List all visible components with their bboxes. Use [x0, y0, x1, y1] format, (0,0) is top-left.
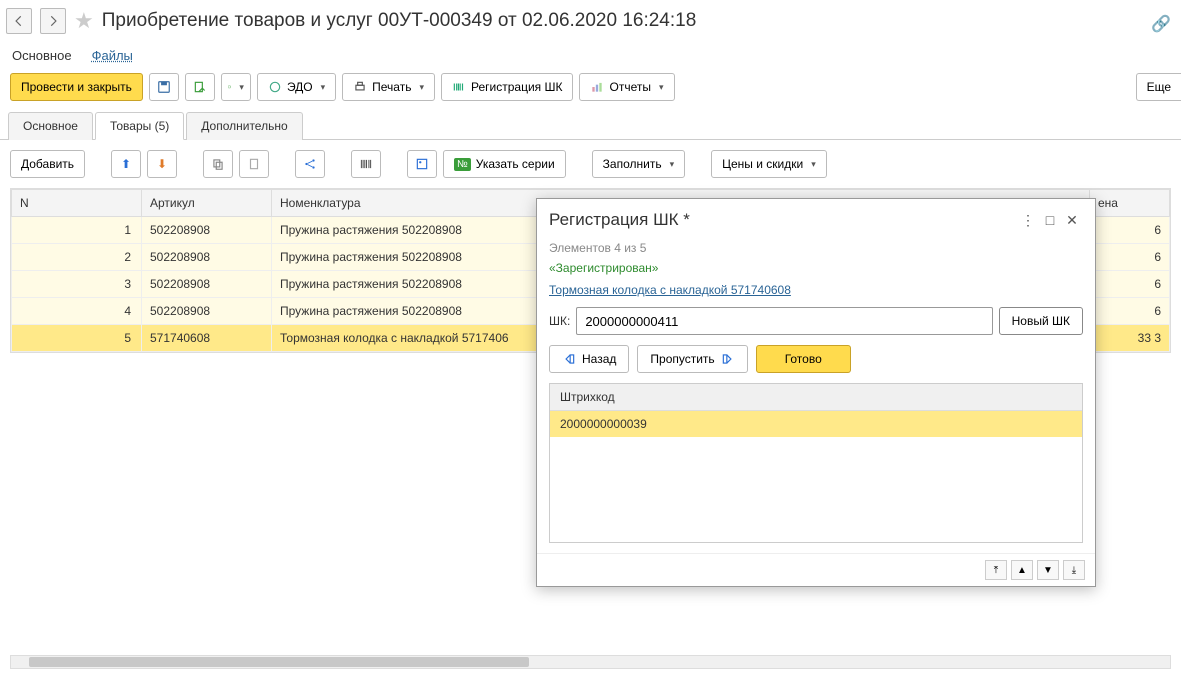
add-row-button[interactable]: Добавить: [10, 150, 85, 178]
back-icon: [562, 352, 576, 366]
cell-n: 3: [12, 271, 142, 298]
share-icon: [303, 157, 317, 171]
doc-arrow-icon: [228, 80, 231, 94]
new-shk-button[interactable]: Новый ШК: [999, 307, 1083, 335]
cell-n: 1: [12, 217, 142, 244]
cell-article: 502208908: [142, 271, 272, 298]
barcode-list: Штрихкод 2000000000039: [549, 383, 1083, 543]
paste-button[interactable]: [239, 150, 269, 178]
share-button[interactable]: [295, 150, 325, 178]
arrow-left-icon: [12, 14, 26, 28]
favorite-star-icon[interactable]: ★: [74, 8, 94, 34]
dialog-close-button[interactable]: ✕: [1061, 209, 1083, 231]
more-button[interactable]: Еще: [1136, 73, 1181, 101]
scroll-up-button[interactable]: ▲: [1011, 560, 1033, 580]
link-icon[interactable]: 🔗: [1151, 14, 1171, 34]
barcode-row[interactable]: 2000000000039: [550, 411, 1082, 437]
col-article[interactable]: Артикул: [142, 190, 272, 217]
edo-button[interactable]: ЭДО: [257, 73, 336, 101]
nav-forward-button[interactable]: [40, 8, 66, 34]
col-price[interactable]: ена: [1090, 190, 1170, 217]
barcode-button[interactable]: [351, 150, 381, 178]
barcode-dialog: Регистрация ШК * ⋮ □ ✕ Элементов 4 из 5 …: [536, 198, 1096, 587]
shk-label: ШК:: [549, 314, 570, 328]
copy-button[interactable]: [203, 150, 233, 178]
cell-article: 502208908: [142, 217, 272, 244]
fill-button[interactable]: Заполнить: [592, 150, 685, 178]
print-button[interactable]: Печать: [342, 73, 435, 101]
cell-price: 6: [1090, 217, 1170, 244]
arrow-right-icon: [46, 14, 60, 28]
shk-input[interactable]: [576, 307, 992, 335]
scroll-top-button[interactable]: ⤒: [985, 560, 1007, 580]
paste-icon: [247, 157, 261, 171]
post-icon: [193, 80, 207, 94]
bar-up-icon: ⤒: [994, 565, 998, 576]
done-button[interactable]: Готово: [756, 345, 851, 373]
cell-n: 4: [12, 298, 142, 325]
back-button[interactable]: Назад: [549, 345, 629, 373]
subtab-main[interactable]: Основное: [12, 48, 72, 63]
image-button[interactable]: [407, 150, 437, 178]
dialog-counter: Элементов 4 из 5: [549, 241, 1083, 255]
scroll-down-button[interactable]: ▼: [1037, 560, 1059, 580]
cell-price: 6: [1090, 271, 1170, 298]
col-n[interactable]: N: [12, 190, 142, 217]
arrow-down-icon: ⬇: [157, 157, 167, 171]
barcode-icon: [359, 157, 373, 171]
tab-extra[interactable]: Дополнительно: [186, 112, 302, 140]
tab-main[interactable]: Основное: [8, 112, 93, 140]
skip-button[interactable]: Пропустить: [637, 345, 747, 373]
caret-up-icon: ▲: [1017, 565, 1027, 576]
save-close-button[interactable]: Провести и закрыть: [10, 73, 143, 101]
tab-goods[interactable]: Товары (5): [95, 112, 184, 140]
register-barcode-button[interactable]: Регистрация ШК: [441, 73, 573, 101]
move-down-button[interactable]: ⬇: [147, 150, 177, 178]
subtab-files[interactable]: Файлы: [92, 48, 133, 63]
bar-down-icon: ⤓: [1072, 565, 1076, 576]
arrow-up-icon: ⬆: [121, 157, 131, 171]
barcode-reg-icon: [452, 80, 466, 94]
cell-article: 571740608: [142, 325, 272, 352]
dialog-title: Регистрация ШК *: [549, 210, 1017, 230]
series-badge-icon: №: [454, 158, 471, 171]
dialog-item-link[interactable]: Тормозная колодка с накладкой 571740608: [549, 283, 791, 297]
specify-series-button[interactable]: № Указать серии: [443, 150, 566, 178]
scrollbar-thumb[interactable]: [29, 657, 529, 667]
create-based-button[interactable]: [221, 73, 251, 101]
cell-n: 5: [12, 325, 142, 352]
reports-icon: [590, 80, 604, 94]
post-button[interactable]: [185, 73, 215, 101]
copy-icon: [211, 157, 225, 171]
scroll-bottom-button[interactable]: ⤓: [1063, 560, 1085, 580]
page-title: Приобретение товаров и услуг 00УТ-000349…: [102, 10, 697, 32]
horizontal-scrollbar[interactable]: [10, 655, 1171, 669]
cell-article: 502208908: [142, 244, 272, 271]
nav-back-button[interactable]: [6, 8, 32, 34]
skip-icon: [721, 352, 735, 366]
floppy-icon: [157, 80, 171, 94]
cell-price: 6: [1090, 244, 1170, 271]
dialog-menu-button[interactable]: ⋮: [1017, 209, 1039, 231]
prices-discounts-button[interactable]: Цены и скидки: [711, 150, 827, 178]
save-button[interactable]: [149, 73, 179, 101]
cell-n: 2: [12, 244, 142, 271]
dialog-status: «Зарегистрирован»: [549, 261, 1083, 275]
barcode-col-header[interactable]: Штрихкод: [550, 384, 1082, 411]
move-up-button[interactable]: ⬆: [111, 150, 141, 178]
printer-icon: [353, 80, 367, 94]
caret-down-icon: ▼: [1043, 565, 1053, 576]
edo-icon: [268, 80, 282, 94]
cell-price: 33 3: [1090, 325, 1170, 352]
cell-price: 6: [1090, 298, 1170, 325]
image-icon: [415, 157, 429, 171]
reports-button[interactable]: Отчеты: [579, 73, 674, 101]
dialog-maximize-button[interactable]: □: [1039, 209, 1061, 231]
cell-article: 502208908: [142, 298, 272, 325]
